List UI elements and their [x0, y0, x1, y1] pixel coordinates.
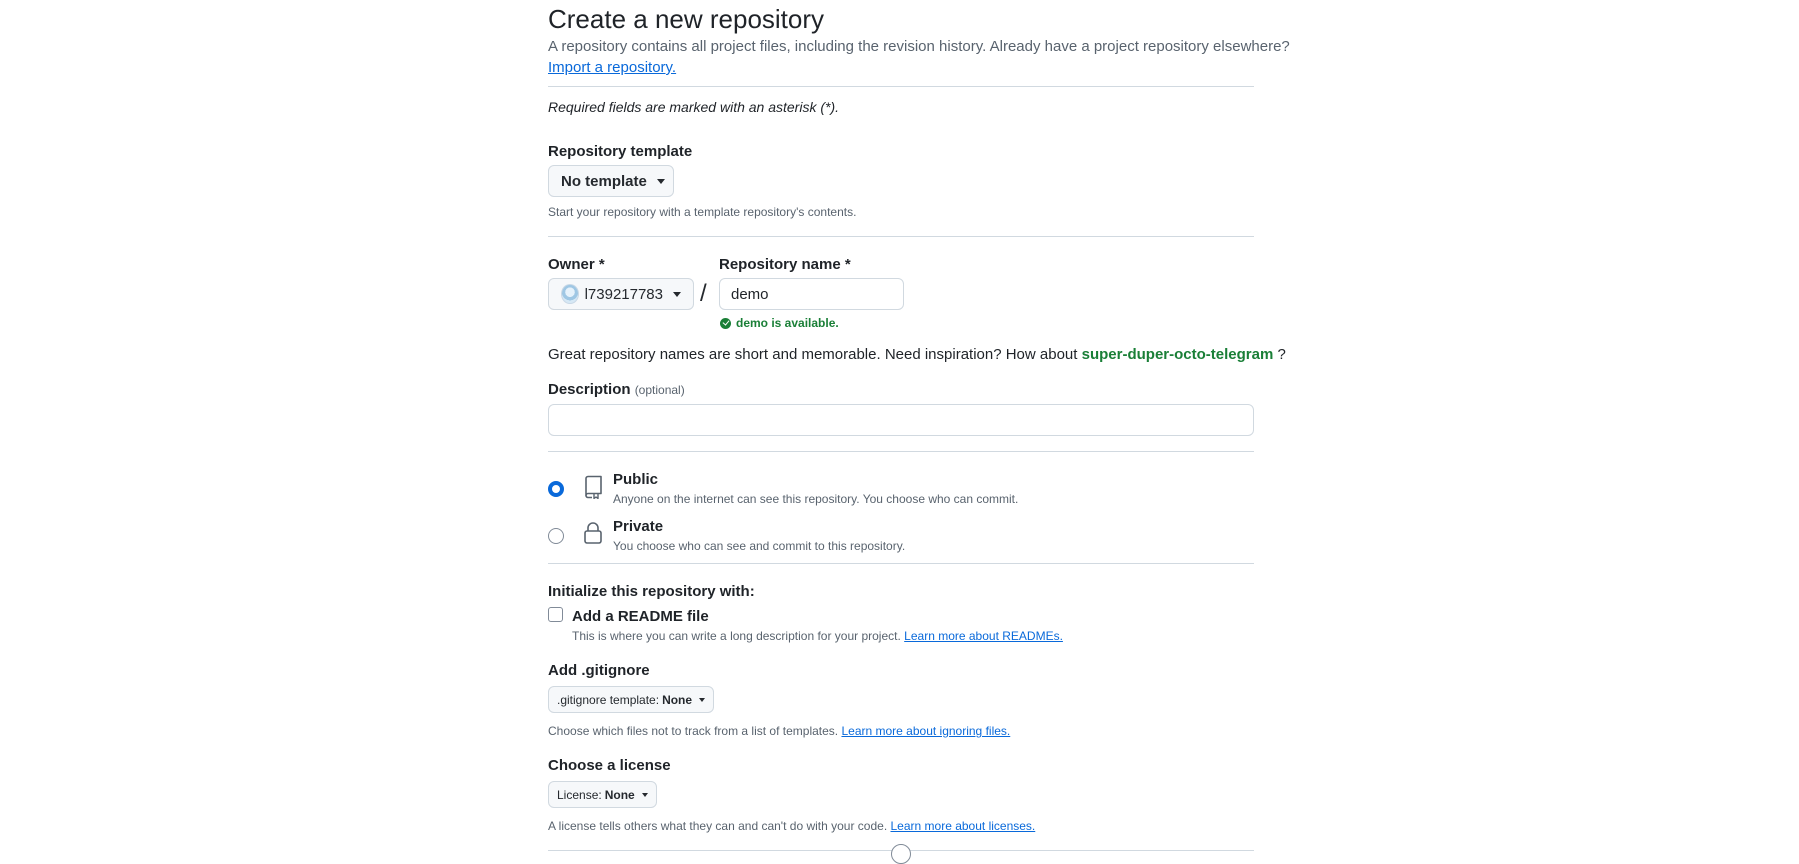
private-desc: You choose who can see and commit to thi… — [613, 539, 906, 553]
triangle-down-icon — [656, 178, 665, 184]
availability-text: demo is available. — [736, 316, 839, 330]
lock-icon — [584, 522, 602, 544]
optional-tag: (optional) — [634, 383, 685, 397]
gitignore-select-button[interactable]: .gitignore template: None — [548, 686, 715, 713]
import-repository-link[interactable]: Import a repository. — [548, 59, 676, 76]
template-select-button[interactable]: No template — [548, 165, 674, 197]
public-title: Public — [613, 471, 659, 488]
license-prefix: License: — [557, 787, 602, 802]
repo-name-input[interactable] — [719, 278, 904, 310]
inspiration-suffix: ? — [1277, 346, 1286, 363]
license-value: None — [604, 787, 635, 802]
gitignore-prefix: .gitignore template: — [557, 692, 660, 707]
divider — [548, 236, 1254, 237]
repo-name-label: Repository name * — [719, 256, 851, 273]
triangle-down-icon — [641, 792, 648, 797]
license-help: A license tells others what they can and… — [548, 819, 1035, 833]
avatar — [561, 284, 579, 304]
check-circle-icon — [720, 317, 731, 329]
gitignore-help: Choose which files not to track from a l… — [548, 724, 1010, 738]
divider — [548, 86, 1254, 87]
inspiration-text: Great repository names are short and mem… — [548, 346, 1078, 363]
section-marker-icon — [891, 844, 911, 864]
private-title: Private — [613, 518, 664, 535]
name-inspiration: Great repository names are short and mem… — [548, 346, 1286, 363]
required-fields-note: Required fields are marked with an aster… — [548, 99, 840, 115]
description-label-text: Description — [548, 381, 631, 398]
learn-readme-link[interactable]: Learn more about READMEs. — [904, 629, 1063, 643]
owner-label: Owner * — [548, 256, 605, 273]
readme-label[interactable]: Add a README file — [572, 608, 709, 625]
divider — [548, 451, 1254, 452]
description-label: Description (optional) — [548, 381, 685, 398]
license-help-text: A license tells others what they can and… — [548, 819, 888, 833]
public-desc: Anyone on the internet can see this repo… — [613, 492, 1019, 506]
repo-icon — [585, 475, 602, 499]
page-title: Create a new repository — [548, 4, 825, 34]
readme-help-text: This is where you can write a long descr… — [572, 629, 901, 643]
owner-selected: l739217783 — [584, 285, 663, 303]
license-heading: Choose a license — [548, 757, 671, 774]
readme-help: This is where you can write a long descr… — [572, 629, 1063, 643]
name-suggestion-link[interactable]: super-duper-octo-telegram — [1082, 346, 1274, 363]
availability-status: demo is available. — [720, 316, 839, 330]
license-select-button[interactable]: License: None — [548, 781, 657, 808]
template-selected: No template — [561, 172, 647, 190]
template-help: Start your repository with a template re… — [548, 205, 857, 219]
description-input[interactable] — [548, 404, 1254, 436]
template-label: Repository template — [548, 143, 693, 160]
learn-licenses-link[interactable]: Learn more about licenses. — [891, 819, 1036, 833]
page-subtitle: A repository contains all project files,… — [548, 38, 1290, 55]
triangle-down-icon — [699, 697, 706, 702]
divider — [548, 563, 1254, 564]
learn-ignoring-files-link[interactable]: Learn more about ignoring files. — [841, 724, 1010, 738]
owner-select-button[interactable]: l739217783 — [548, 278, 694, 310]
public-radio[interactable] — [548, 481, 564, 497]
private-radio[interactable] — [548, 528, 564, 544]
gitignore-value: None — [662, 692, 693, 707]
gitignore-help-text: Choose which files not to track from a l… — [548, 724, 839, 738]
init-heading: Initialize this repository with: — [548, 583, 755, 600]
owner-repo-separator: / — [700, 280, 707, 307]
triangle-down-icon — [673, 291, 681, 297]
readme-checkbox[interactable] — [548, 607, 563, 622]
gitignore-heading: Add .gitignore — [548, 662, 650, 679]
